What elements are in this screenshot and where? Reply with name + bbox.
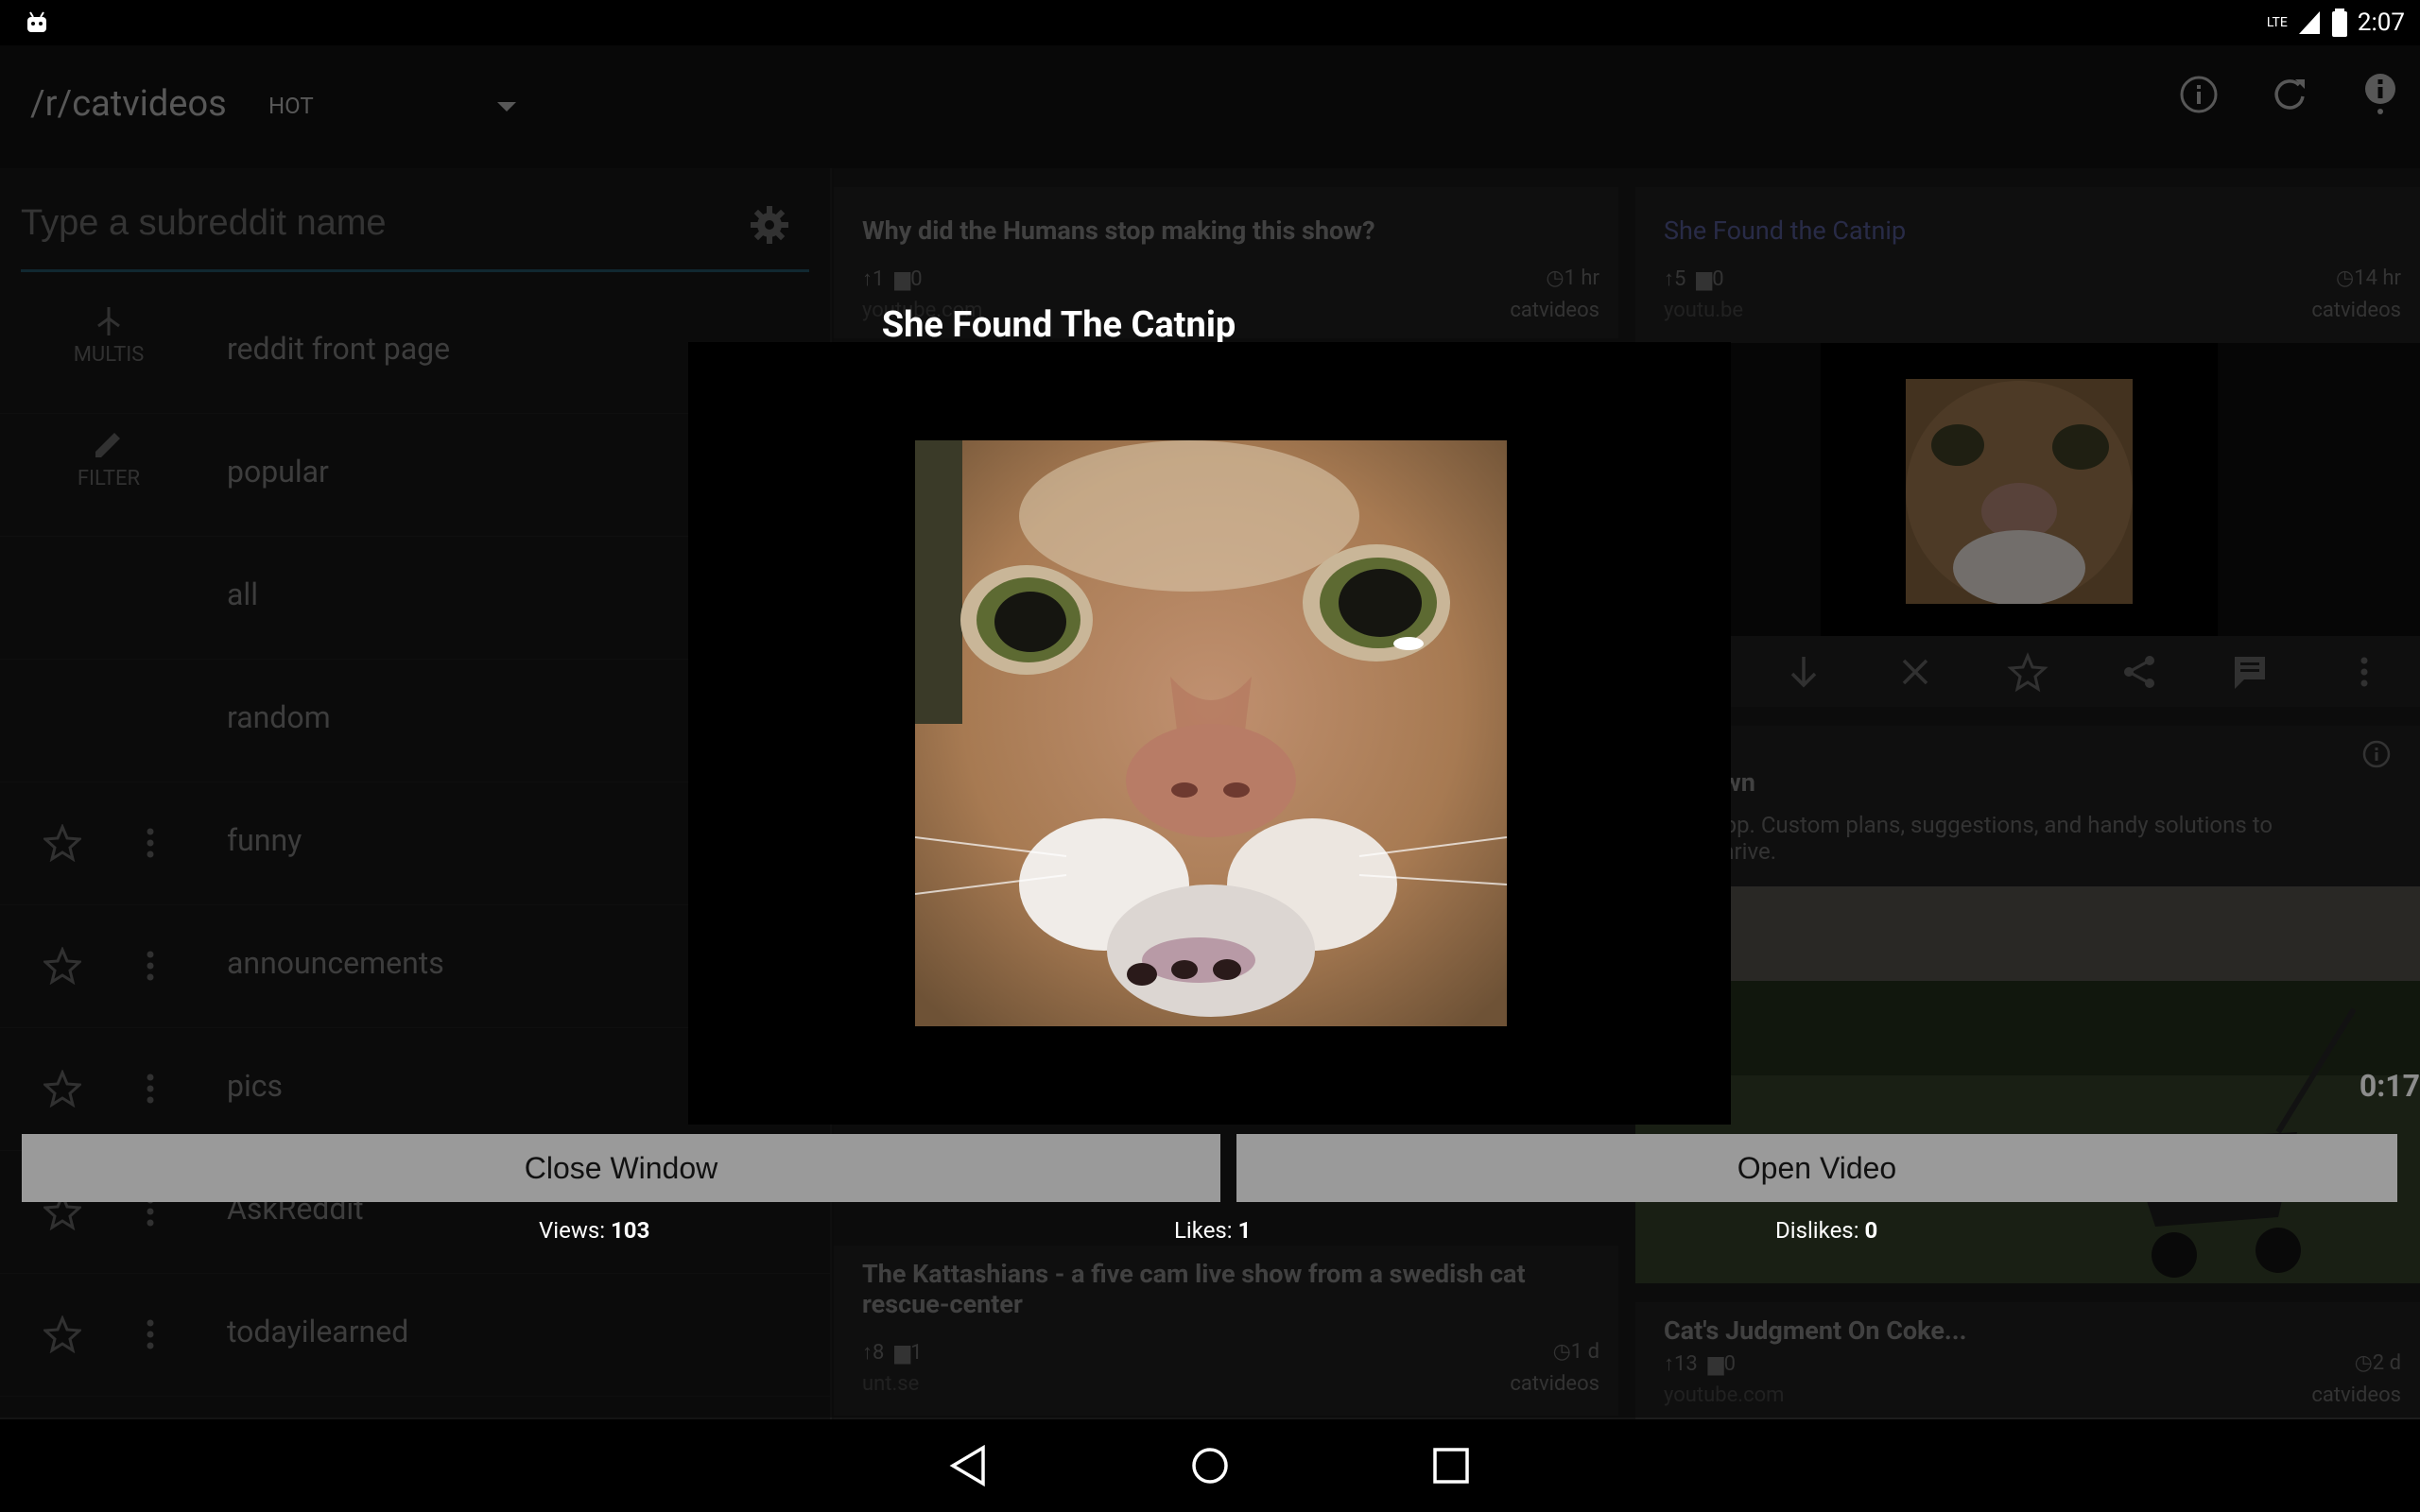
views-count: 103 (611, 1217, 650, 1244)
close-window-button[interactable]: Close Window (22, 1134, 1220, 1202)
dislikes-stat: Dislikes: 0 (1775, 1217, 1877, 1244)
views-label: Views: (539, 1217, 606, 1244)
system-nav-bar (0, 1419, 2420, 1512)
back-icon[interactable] (947, 1444, 991, 1487)
likes-label: Likes: (1174, 1217, 1233, 1244)
dialog-title: She Found The Catnip (881, 304, 1236, 346)
lte-label: LTE (2266, 15, 2288, 30)
likes-count: 1 (1237, 1217, 1252, 1244)
status-bar: LTE 2:07 (0, 0, 2420, 45)
recents-icon[interactable] (1429, 1444, 1473, 1487)
home-icon[interactable] (1188, 1444, 1232, 1487)
battery-icon (2331, 9, 2347, 37)
signal-icon (2298, 11, 2320, 34)
dislikes-label: Dislikes: (1775, 1217, 1859, 1244)
views-stat: Views: 103 (539, 1217, 649, 1244)
likes-stat: Likes: 1 (1174, 1217, 1251, 1244)
cat-video-thumbnail[interactable] (915, 440, 1507, 1026)
screen: { "status_bar": { "network": "LTE", "tim… (0, 0, 2420, 1512)
open-video-button[interactable]: Open Video (1236, 1134, 2397, 1202)
clock: 2:07 (2357, 9, 2405, 37)
video-preview-dialog (688, 342, 1731, 1125)
android-debug-icon (27, 11, 46, 32)
dislikes-count: 0 (1864, 1217, 1878, 1244)
